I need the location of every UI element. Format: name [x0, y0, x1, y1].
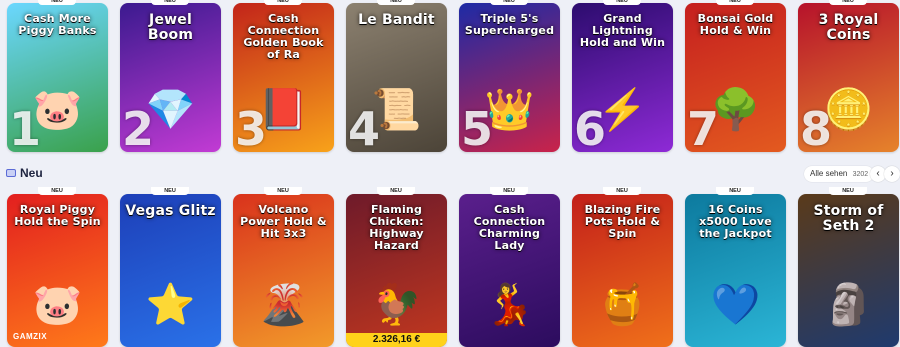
- game-title: Volcano Power Hold & Hit 3x3: [240, 203, 327, 240]
- rank-number: 6: [574, 102, 607, 152]
- game-title: Cash Connection Golden Book of Ra: [243, 12, 324, 61]
- chicken-icon: 🐓: [371, 283, 422, 327]
- new-badge: NEU: [264, 0, 302, 5]
- game-tile[interactable]: 3 Royal Coins 🪙 8: [798, 3, 899, 152]
- heart-icon: 💙: [710, 283, 761, 327]
- new-section-icon: [6, 169, 16, 177]
- game-tile[interactable]: Vegas Glitz ⭐: [120, 194, 221, 347]
- game-tile[interactable]: Storm of Seth 2 🗿: [798, 194, 899, 347]
- game-title: Bonsai Gold Hold & Win: [697, 12, 774, 37]
- game-title: Cash More Piggy Banks: [18, 12, 97, 37]
- next-arrow-button[interactable]: ›: [884, 166, 900, 182]
- game-tile[interactable]: Flaming Chicken: Highway Hazard 🐓 2.326,16…: [346, 194, 447, 347]
- game-title: Blazing Fire Pots Hold & Spin: [584, 203, 661, 240]
- new-badge: NEU: [377, 187, 415, 195]
- new-badge: NEU: [603, 0, 641, 5]
- game-tile[interactable]: Le Bandit 📜 4: [346, 3, 447, 152]
- game-title: Flaming Chicken: Highway Hazard: [369, 203, 424, 252]
- new-badge: NEU: [716, 187, 754, 195]
- new-badge: NEU: [377, 0, 415, 5]
- game-tile[interactable]: Cash Connection Golden Book of Ra 📕 3: [233, 3, 334, 152]
- rank-number: 4: [348, 102, 381, 152]
- lady-icon: 💃: [484, 283, 535, 327]
- game-tile[interactable]: Triple 5's Supercharged 👑 5: [459, 3, 560, 152]
- provider-logo: GAMZIX: [13, 332, 48, 341]
- see-all-button[interactable]: Alle sehen 3202: [804, 166, 875, 182]
- section-header-new: Neu Alle sehen 3202 ‹ ›: [0, 163, 900, 185]
- new-games-row: Royal Piggy Hold the Spin 🐷 GAMZIX NEU Vegas…: [0, 187, 900, 347]
- see-all-label: Alle sehen: [810, 169, 848, 178]
- new-badge: NEU: [151, 0, 189, 5]
- game-tile[interactable]: Cash Connection Charming Lady 💃: [459, 194, 560, 347]
- rank-number: 2: [122, 102, 155, 152]
- game-title: Jewel Boom: [147, 12, 194, 43]
- game-title: Storm of Seth 2: [813, 203, 884, 234]
- game-tile[interactable]: Royal Piggy Hold the Spin 🐷 GAMZIX: [7, 194, 108, 347]
- game-title: Triple 5's Supercharged: [464, 12, 555, 37]
- game-title: Vegas Glitz: [125, 203, 216, 219]
- game-title: 16 Coins x5000 Love the Jackpot: [699, 203, 772, 240]
- game-tile[interactable]: Cash More Piggy Banks 🐷 1: [7, 3, 108, 152]
- game-tile[interactable]: Bonsai Gold Hold & Win 🌳 7: [685, 3, 786, 152]
- see-all-count: 3202: [852, 171, 869, 178]
- top-games-row: Cash More Piggy Banks 🐷 1 NEU Jewel Boom 💎 2 NE…: [0, 0, 900, 157]
- rank-number: 5: [461, 102, 494, 152]
- rank-number: 1: [9, 102, 42, 152]
- game-tile[interactable]: Volcano Power Hold & Hit 3x3 🌋: [233, 194, 334, 347]
- new-badge: NEU: [829, 187, 867, 195]
- game-title: Royal Piggy Hold the Spin: [14, 203, 101, 228]
- new-badge: NEU: [151, 187, 189, 195]
- new-badge: NEU: [603, 187, 641, 195]
- game-title: Grand Lightning Hold and Win: [579, 12, 666, 49]
- new-badge: NEU: [490, 0, 528, 5]
- star-icon: ⭐: [145, 283, 196, 327]
- pharaoh-icon: 🗿: [823, 283, 874, 327]
- pig-icon: 🐷: [32, 283, 83, 327]
- rank-number: 8: [800, 102, 833, 152]
- game-tile[interactable]: Grand Lightning Hold and Win ⚡ 6: [572, 3, 673, 152]
- volcano-icon: 🌋: [258, 283, 309, 327]
- game-title: Cash Connection Charming Lady: [473, 203, 546, 252]
- game-title: 3 Royal Coins: [818, 12, 879, 43]
- game-tile[interactable]: Jewel Boom 💎 2: [120, 3, 221, 152]
- game-tile[interactable]: Blazing Fire Pots Hold & Spin 🍯: [572, 194, 673, 347]
- rank-number: 3: [235, 102, 268, 152]
- pot-icon: 🍯: [597, 283, 648, 327]
- game-title: Le Bandit: [358, 12, 435, 28]
- new-badge: NEU: [716, 0, 754, 5]
- game-tile[interactable]: 16 Coins x5000 Love the Jackpot 💙: [685, 194, 786, 347]
- new-badge: NEU: [38, 187, 76, 195]
- jackpot-amount: 2.326,16 €: [346, 333, 447, 347]
- section-title: Neu: [20, 166, 43, 180]
- new-badge: NEU: [829, 0, 867, 5]
- new-badge: NEU: [264, 187, 302, 195]
- new-badge: NEU: [490, 187, 528, 195]
- new-badge: NEU: [38, 0, 76, 5]
- rank-number: 7: [687, 102, 720, 152]
